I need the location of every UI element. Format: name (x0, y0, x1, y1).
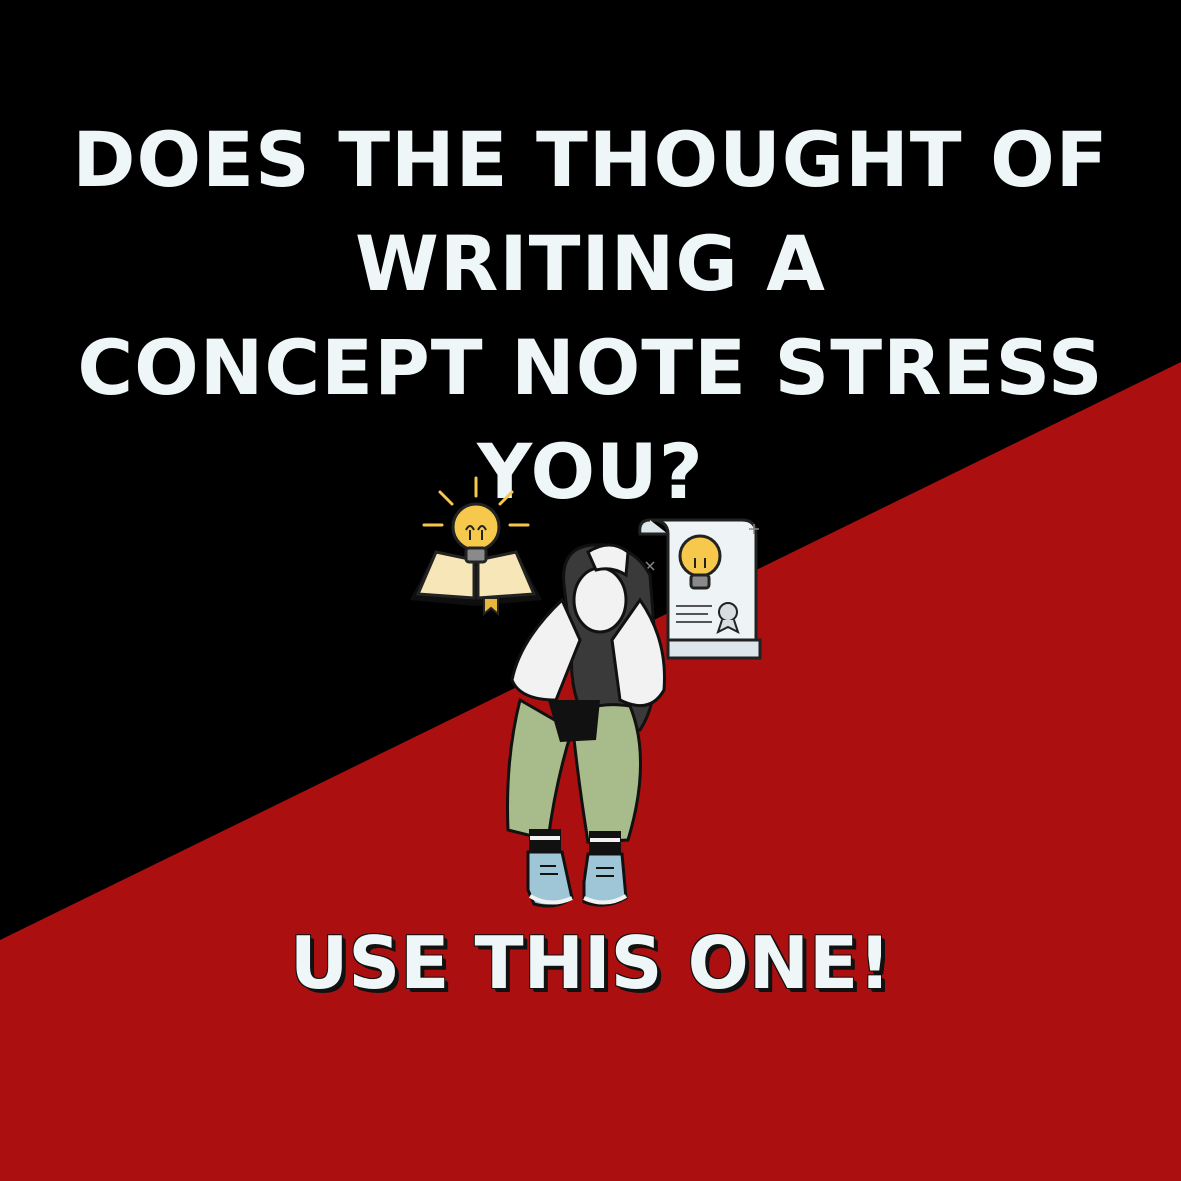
poster: DOES THE THOUGHT OF WRITING A CONCEPT NO… (0, 0, 1181, 1181)
idea-book-icon (410, 476, 542, 617)
call-to-action: USE THIS ONE! (289, 921, 892, 1005)
